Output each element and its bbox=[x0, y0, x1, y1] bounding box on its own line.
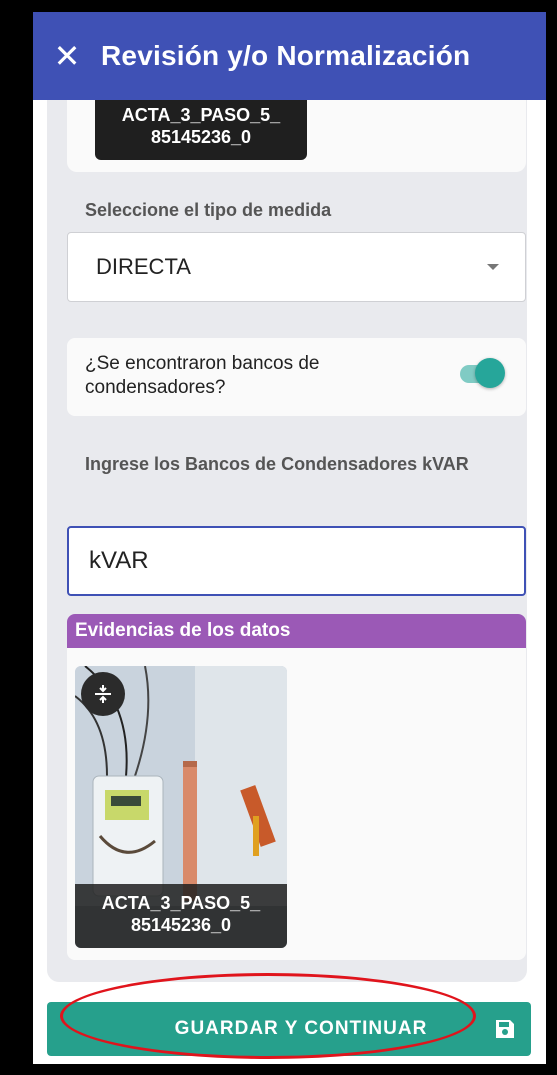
caret-down-icon bbox=[487, 264, 499, 270]
kvar-input[interactable] bbox=[89, 547, 489, 575]
save-continue-button[interactable]: GUARDAR Y CONTINUAR bbox=[47, 1002, 531, 1056]
form-container: ACTA_3_PASO_5_ 85145236_0 Seleccione el … bbox=[47, 100, 527, 982]
evidence-card: Evidencias de los datos ACTA_3_PASO_5_ 8… bbox=[67, 614, 526, 960]
previous-photo-caption: ACTA_3_PASO_5_ 85145236_0 bbox=[95, 104, 307, 148]
measure-type-select[interactable]: DIRECTA bbox=[67, 232, 526, 302]
kvar-label: Ingrese los Bancos de Condensadores kVAR bbox=[85, 454, 469, 474]
evidence-photo[interactable]: ACTA_3_PASO_5_ 85145236_0 bbox=[75, 666, 287, 948]
caption-line-1: ACTA_3_PASO_5_ bbox=[101, 893, 261, 913]
save-continue-label: GUARDAR Y CONTINUAR bbox=[174, 1018, 428, 1039]
measure-type-value: DIRECTA bbox=[96, 254, 191, 279]
caption-line-2: 85145236_0 bbox=[130, 915, 232, 935]
measure-type-label: Seleccione el tipo de medida bbox=[85, 200, 332, 220]
previous-photo-thumbnail[interactable]: ACTA_3_PASO_5_ 85145236_0 bbox=[95, 100, 307, 160]
device-frame: ✕ Revisión y/o Normalización ACTA_3_PASO… bbox=[0, 0, 557, 1075]
capacitor-toggle-card: ¿Se encontraron bancos de condensadores? bbox=[67, 338, 526, 416]
compress-icon[interactable] bbox=[81, 672, 125, 716]
kvar-input-box[interactable] bbox=[67, 526, 526, 596]
floppy-disk-icon bbox=[496, 1020, 514, 1038]
caption-line-2: 85145236_0 bbox=[150, 127, 252, 147]
app-bar: ✕ Revisión y/o Normalización bbox=[33, 12, 546, 100]
close-icon[interactable]: ✕ bbox=[33, 12, 101, 100]
page-title: Revisión y/o Normalización bbox=[101, 40, 471, 71]
caption-line-1: ACTA_3_PASO_5_ bbox=[121, 105, 281, 125]
evidence-photo-caption: ACTA_3_PASO_5_ 85145236_0 bbox=[75, 884, 287, 948]
capacitor-question-text: ¿Se encontraron bancos de condensadores? bbox=[85, 353, 320, 398]
previous-photo-card: ACTA_3_PASO_5_ 85145236_0 bbox=[67, 100, 526, 172]
capacitor-toggle-switch[interactable] bbox=[475, 358, 505, 388]
evidence-header: Evidencias de los datos bbox=[67, 614, 526, 648]
app-screen: ✕ Revisión y/o Normalización ACTA_3_PASO… bbox=[33, 12, 546, 1064]
